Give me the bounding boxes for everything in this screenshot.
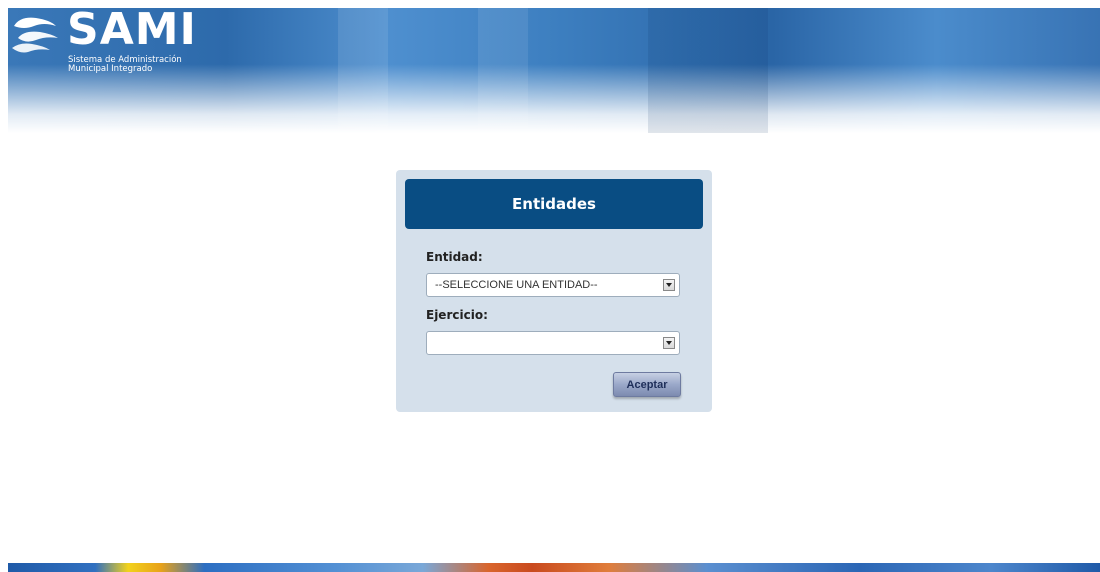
entity-panel: Entidades Entidad: --SELECCIONE UNA ENTI… — [396, 170, 712, 412]
footer-banner — [8, 563, 1100, 572]
ejercicio-label: Ejercicio: — [426, 308, 488, 322]
panel-title: Entidades — [405, 179, 703, 229]
chevron-down-icon[interactable] — [663, 279, 675, 291]
logo-swirl-icon — [12, 17, 58, 53]
chevron-down-icon[interactable] — [663, 337, 675, 349]
header-banner: SAMI Sistema de Administración Municipal… — [8, 4, 1100, 133]
entidad-label: Entidad: — [426, 250, 483, 264]
entidad-select-value: --SELECCIONE UNA ENTIDAD-- — [435, 279, 598, 291]
sami-logo: SAMI Sistema de Administración Municipal… — [10, 4, 270, 88]
logo-subtitle: Sistema de Administración Municipal Inte… — [68, 56, 182, 74]
aceptar-button[interactable]: Aceptar — [613, 372, 681, 397]
logo-subtitle-line2: Municipal Integrado — [68, 64, 153, 74]
logo-title: SAMI — [67, 4, 197, 55]
entidad-select[interactable]: --SELECCIONE UNA ENTIDAD-- — [426, 273, 680, 297]
ejercicio-select[interactable] — [426, 331, 680, 355]
